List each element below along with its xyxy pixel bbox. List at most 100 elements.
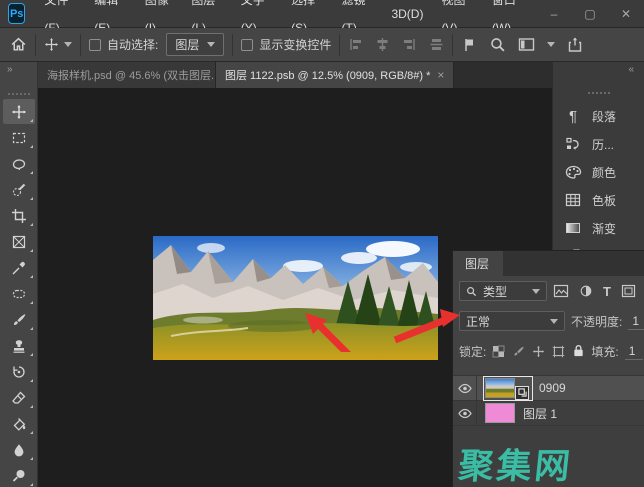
- blend-mode-row: 正常 不透明度: 1: [453, 306, 644, 336]
- align-buttons: [348, 37, 444, 52]
- layers-tab[interactable]: 图层: [453, 251, 504, 276]
- brush-tool[interactable]: [3, 307, 35, 332]
- maximize-button[interactable]: ▢: [572, 0, 608, 28]
- search-icon: [466, 286, 477, 297]
- layers-filter-row: 类型 T: [453, 276, 644, 306]
- align-center-icon[interactable]: [375, 37, 390, 52]
- distribute-icon[interactable]: [429, 37, 444, 52]
- filter-kind-dropdown[interactable]: 类型: [459, 281, 547, 301]
- visibility-eye-icon[interactable]: [453, 401, 477, 425]
- photoshop-window: Ps 文件(F) 编辑(E) 图像(I) 图层(L) 文字(Y) 选择(S) 滤…: [0, 0, 644, 487]
- chevron-down-icon: [532, 288, 540, 294]
- move-tool[interactable]: [2, 99, 35, 124]
- lasso-tool[interactable]: [3, 151, 35, 176]
- frame-tool[interactable]: [3, 229, 35, 254]
- blur-tool[interactable]: [3, 437, 35, 462]
- document-tab-poster-mockup[interactable]: 海报样机.psd @ 45.6% (双击图层... ×: [38, 62, 216, 88]
- document-tab-layer-1122[interactable]: 图层 1122.psb @ 12.5% (0909, RGB/8#) * ×: [216, 62, 455, 88]
- lock-all-icon[interactable]: [572, 344, 585, 358]
- history-icon: [563, 136, 583, 152]
- tools-palette: [0, 88, 38, 487]
- panel-button-paragraph[interactable]: ¶ 段落: [553, 102, 644, 130]
- crop-tool[interactable]: [3, 203, 35, 228]
- opacity-label: 不透明度:: [571, 314, 623, 329]
- panel-button-gradient[interactable]: 渐变: [553, 214, 644, 242]
- landscape-image[interactable]: [153, 236, 438, 360]
- filter-pixel-icon[interactable]: [553, 284, 569, 298]
- healing-brush-tool[interactable]: [3, 281, 35, 306]
- color-palette-icon: [563, 165, 583, 180]
- gradient-swatch-icon: [563, 221, 583, 235]
- smart-object-badge-icon: [515, 385, 529, 400]
- layer-thumbnail-pink[interactable]: [485, 403, 515, 423]
- filter-type-icon[interactable]: T: [603, 284, 611, 299]
- align-right-icon[interactable]: [402, 37, 417, 52]
- lock-paint-icon[interactable]: [512, 345, 525, 358]
- watermark-text: 聚集网: [456, 447, 575, 486]
- panel-button-history[interactable]: 历...: [553, 130, 644, 158]
- filter-adjustment-icon[interactable]: [579, 284, 593, 298]
- auto-select-label: 自动选择:: [107, 38, 159, 52]
- panel-button-color[interactable]: 颜色: [553, 158, 644, 186]
- palette-grip[interactable]: [7, 93, 30, 95]
- home-icon[interactable]: [10, 36, 27, 53]
- marquee-tool[interactable]: [3, 125, 35, 150]
- move-tool-icon: [44, 37, 59, 52]
- layer-thumbnail-smart-object[interactable]: [483, 375, 533, 401]
- opacity-value[interactable]: 1: [628, 313, 644, 330]
- lock-row: 锁定: 填充: 1: [453, 336, 644, 366]
- search-icon[interactable]: [489, 36, 506, 53]
- dock-collapse-control[interactable]: «: [552, 62, 644, 88]
- dock-grip[interactable]: [587, 92, 610, 94]
- dodge-tool[interactable]: [3, 463, 35, 487]
- blend-mode-value: 正常: [466, 314, 491, 329]
- swatches-grid-icon: [563, 192, 583, 208]
- chevron-down-icon[interactable]: [547, 42, 556, 47]
- paragraph-icon: ¶: [568, 107, 578, 125]
- fill-value[interactable]: 1: [624, 343, 643, 360]
- document-tab-bar: » 海报样机.psd @ 45.6% (双击图层... × 图层 1122.ps…: [0, 62, 644, 88]
- auto-select-checkbox[interactable]: [89, 38, 101, 51]
- eraser-tool[interactable]: [3, 385, 35, 410]
- chevron-down-icon: [207, 42, 216, 47]
- visibility-eye-icon[interactable]: [453, 376, 477, 400]
- lock-transparent-icon[interactable]: [492, 345, 505, 358]
- layer-row-layer-1[interactable]: 图层 1: [453, 401, 644, 426]
- lock-artboard-icon[interactable]: [552, 345, 565, 358]
- photoshop-logo-icon: Ps: [8, 3, 26, 24]
- layer-row-0909[interactable]: 0909: [453, 375, 644, 401]
- workspace-icon[interactable]: [518, 37, 535, 52]
- tab-title: 图层 1122.psb @ 12.5% (0909, RGB/8#) *: [225, 70, 431, 82]
- move-tool-preset[interactable]: [44, 37, 72, 52]
- chevron-down-icon: [550, 318, 558, 324]
- tab-title: 海报样机.psd @ 45.6% (双击图层...: [47, 70, 216, 82]
- chevron-down-icon: [64, 42, 72, 47]
- align-left-icon[interactable]: [348, 37, 363, 52]
- layer-name: 图层 1: [523, 406, 558, 421]
- double-chevron-right-icon: »: [7, 64, 13, 75]
- window-controls: – ▢ ✕: [536, 0, 644, 28]
- eyedropper-tool[interactable]: [3, 255, 35, 280]
- show-transform-checkbox[interactable]: [241, 38, 254, 51]
- gradient-paint-bucket-tool[interactable]: [3, 411, 35, 436]
- layer-thumbnail-image: [485, 377, 515, 398]
- menu-3d[interactable]: 3D(D): [382, 0, 432, 28]
- guides-icon[interactable]: [461, 37, 477, 53]
- share-icon[interactable]: [567, 36, 583, 53]
- auto-select-value: 图层: [175, 38, 200, 52]
- double-chevron-left-icon: «: [628, 64, 634, 75]
- layer-name: 0909: [539, 381, 566, 395]
- panel-button-swatches[interactable]: 色板: [553, 186, 644, 214]
- auto-select-dropdown[interactable]: 图层: [166, 33, 225, 56]
- close-button[interactable]: ✕: [608, 0, 644, 28]
- tab-close-icon[interactable]: ×: [437, 68, 444, 82]
- toolbar-collapse-control[interactable]: »: [0, 62, 38, 88]
- clone-stamp-tool[interactable]: [3, 333, 35, 358]
- history-brush-tool[interactable]: [3, 359, 35, 384]
- filter-frame-icon[interactable]: [621, 284, 636, 298]
- quick-selection-tool[interactable]: [3, 177, 35, 202]
- tool-options-bar: 自动选择: 图层 显示变换控件: [0, 28, 644, 62]
- lock-position-icon[interactable]: [532, 345, 545, 358]
- blend-mode-dropdown[interactable]: 正常: [459, 311, 565, 331]
- minimize-button[interactable]: –: [536, 0, 572, 28]
